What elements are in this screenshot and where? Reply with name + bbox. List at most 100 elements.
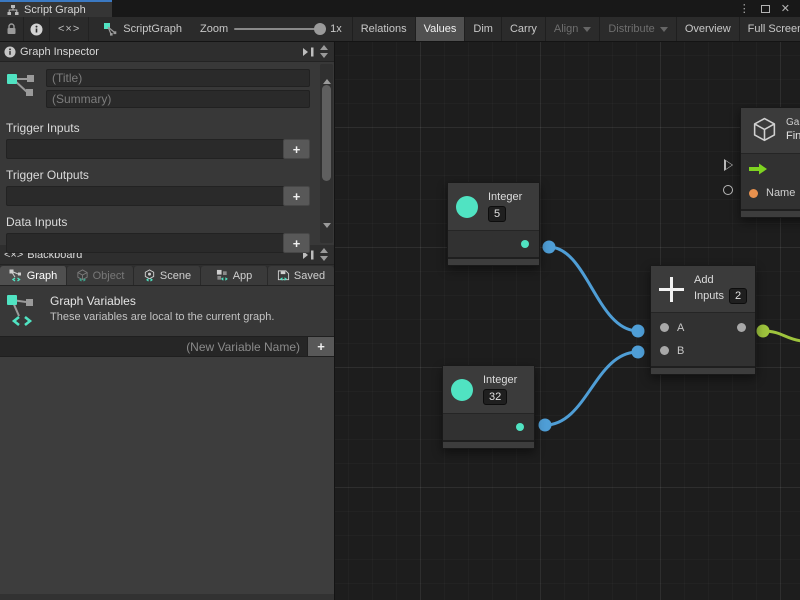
add-trigger-input-button[interactable]: +	[283, 139, 310, 159]
add-trigger-output-button[interactable]: +	[283, 186, 310, 206]
scroll-up-icon[interactable]	[320, 45, 328, 50]
output-port[interactable]	[516, 423, 524, 431]
node-footer	[443, 440, 534, 448]
info-button[interactable]	[24, 17, 50, 41]
add-variable-button[interactable]: +	[307, 337, 334, 356]
relations-button[interactable]: Relations	[352, 17, 415, 41]
scroll-up-icon[interactable]	[323, 64, 331, 82]
tab-app[interactable]: App	[201, 266, 268, 285]
graph-canvas[interactable]: Integer 5 Integer 32	[335, 42, 800, 600]
data-inputs-label: Data Inputs	[0, 208, 316, 232]
lock-button[interactable]	[0, 17, 24, 41]
trigger-inputs-label: Trigger Inputs	[0, 114, 316, 138]
graph-variables-title: Graph Variables	[50, 294, 274, 308]
info-icon	[30, 23, 43, 36]
integer-type-icon	[456, 196, 478, 218]
script-graph-window: Script Graph ⋮ ✕ <×> ScriptGraph Z	[0, 0, 800, 600]
port-a-label: A	[677, 322, 684, 334]
tab-script-graph[interactable]: Script Graph	[0, 0, 112, 17]
integer-value-field[interactable]: 32	[483, 389, 507, 405]
dim-button[interactable]: Dim	[464, 17, 501, 41]
inputs-label: Inputs	[694, 290, 724, 302]
trigger-outputs-label: Trigger Outputs	[0, 161, 316, 185]
port-b-label: B	[677, 345, 684, 357]
zoom-value: 1x	[330, 23, 342, 35]
summary-field[interactable]	[46, 90, 310, 108]
integer-value-field[interactable]: 5	[488, 206, 506, 222]
values-button[interactable]: Values	[415, 17, 465, 41]
graph-inspector-body: Trigger Inputs + Trigger Outputs + Data …	[0, 62, 334, 245]
inputs-count-field[interactable]: 2	[729, 288, 747, 304]
wire-endpoint[interactable]	[632, 346, 645, 359]
node-gameobject-find[interactable]: Game Object Find Name	[740, 107, 800, 218]
scene-icon	[143, 269, 156, 282]
graph-variables-section: Graph Variables These variables are loca…	[0, 286, 334, 336]
tab-scene[interactable]: Scene	[134, 266, 201, 285]
new-variable-input[interactable]	[0, 340, 307, 354]
scrollbar-thumb[interactable]	[322, 85, 331, 181]
graph-variables-icon	[6, 294, 38, 328]
script-graph-label: ScriptGraph	[123, 23, 182, 35]
variables-empty-area	[0, 357, 334, 600]
output-port[interactable]	[737, 323, 746, 332]
add-data-input-button[interactable]: +	[283, 233, 310, 253]
input-port-b[interactable]	[660, 346, 669, 355]
close-icon[interactable]: ✕	[781, 2, 790, 15]
tab-graph[interactable]: Graph	[0, 266, 67, 285]
title-field[interactable]	[46, 69, 310, 87]
panel-scroll-arrows[interactable]	[315, 45, 330, 58]
tab-object[interactable]: Object	[67, 266, 134, 285]
zoom-label: Zoom	[200, 23, 228, 35]
graph-node-icon	[6, 69, 38, 99]
cube-icon	[76, 269, 89, 282]
maximize-icon[interactable]	[761, 5, 770, 13]
dock-icon[interactable]	[302, 47, 315, 57]
data-port-indicator-icon[interactable]	[723, 185, 733, 195]
graph-variables-icon	[9, 269, 23, 282]
trigger-input-port[interactable]	[749, 163, 768, 175]
scroll-down-icon[interactable]	[320, 53, 328, 58]
overview-button[interactable]: Overview	[676, 17, 739, 41]
node-add[interactable]: Add Inputs 2 A	[650, 265, 756, 375]
distribute-button[interactable]: Distribute	[599, 17, 675, 41]
wire-endpoint[interactable]	[543, 241, 556, 254]
wire-int5-to-add-a[interactable]	[549, 247, 638, 331]
trigger-outputs-list: +	[6, 186, 310, 206]
node-title: Integer	[483, 374, 517, 386]
graph-toolbar: <×> ScriptGraph Zoom 1x Relations Values…	[0, 17, 800, 42]
zoom-slider-handle[interactable]	[314, 23, 326, 35]
data-inputs-list: +	[6, 233, 310, 253]
scroll-down-icon[interactable]	[323, 225, 331, 243]
inspector-scrollbar[interactable]	[320, 64, 333, 243]
wire-endpoint[interactable]	[757, 325, 770, 338]
output-port[interactable]	[521, 240, 529, 248]
zoom-slider[interactable]	[234, 28, 324, 30]
scroll-down-icon[interactable]	[320, 256, 328, 261]
name-input-port[interactable]	[749, 189, 758, 198]
new-variable-row: +	[0, 336, 334, 357]
lock-icon	[6, 23, 17, 35]
app-grid-icon	[216, 269, 229, 282]
align-button[interactable]: Align	[545, 17, 599, 41]
port-name-label: Name	[766, 187, 795, 199]
unit-code-button[interactable]: <×>	[50, 17, 89, 41]
wire-endpoint[interactable]	[539, 419, 552, 432]
wire-endpoint[interactable]	[632, 325, 645, 338]
carry-button[interactable]: Carry	[501, 17, 545, 41]
fullscreen-button[interactable]: Full Screen	[739, 17, 800, 41]
trigger-port-indicator-icon[interactable]	[724, 159, 733, 171]
node-integer-5[interactable]: Integer 5	[447, 182, 540, 266]
caret-down-icon	[660, 27, 668, 32]
node-integer-32[interactable]: Integer 32	[442, 365, 535, 449]
cube-icon	[752, 117, 777, 144]
add-icon	[659, 277, 684, 302]
window-menu-icon[interactable]: ⋮	[739, 2, 750, 15]
panel-scroll-arrows[interactable]	[315, 248, 330, 261]
input-port-a[interactable]	[660, 323, 669, 332]
scroll-up-icon[interactable]	[320, 248, 328, 253]
node-title-method: Find	[786, 130, 800, 144]
node-footer	[741, 209, 800, 217]
tab-saved[interactable]: Saved	[268, 266, 334, 285]
graph-inspector-header: Graph Inspector	[0, 42, 334, 62]
wire-int32-to-add-b[interactable]	[545, 352, 638, 425]
